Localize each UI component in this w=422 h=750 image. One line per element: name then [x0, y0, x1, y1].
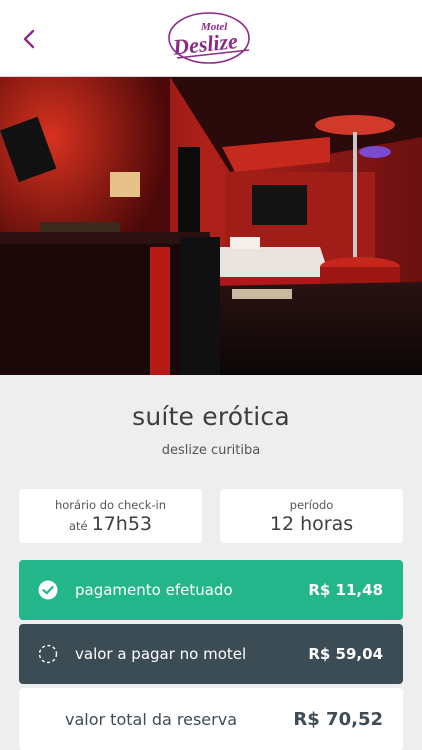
motel-location: deslize curitiba: [161, 443, 261, 458]
chevron-left-icon: [23, 29, 35, 49]
payment-due-row: valor a pagar no motel R$ 59,04: [19, 624, 403, 684]
total-label: valor total da reserva: [65, 709, 237, 729]
period-label: período: [289, 498, 334, 512]
dashed-circle-icon: [37, 643, 59, 665]
checkin-time: 17h53: [91, 513, 153, 535]
check-circle-icon: [37, 579, 59, 601]
paid-amount: R$ 11,48: [308, 581, 383, 599]
app-header: Motel Deslize: [0, 0, 422, 77]
checkin-label: horário do check-in: [54, 498, 166, 512]
period-value: 12 horas: [269, 513, 354, 535]
suite-photo: [0, 77, 422, 375]
due-label: valor a pagar no motel: [75, 645, 247, 663]
paid-label: pagamento efetuado: [75, 581, 233, 599]
checkin-card: horário do check-in até 17h53: [19, 489, 202, 543]
motel-deslize-logo: Motel Deslize: [165, 8, 257, 68]
due-amount: R$ 59,04: [308, 645, 383, 663]
payment-total-row: valor total da reserva R$ 70,52: [19, 688, 403, 750]
checkin-prefix: até: [68, 519, 88, 533]
total-amount: R$ 70,52: [293, 708, 383, 730]
back-button[interactable]: [14, 24, 44, 54]
payment-paid-row: pagamento efetuado R$ 11,48: [19, 560, 403, 620]
suite-name: suíte erótica: [132, 402, 290, 431]
period-card: período 12 horas: [220, 489, 403, 543]
checkin-value: até 17h53: [19, 513, 202, 535]
